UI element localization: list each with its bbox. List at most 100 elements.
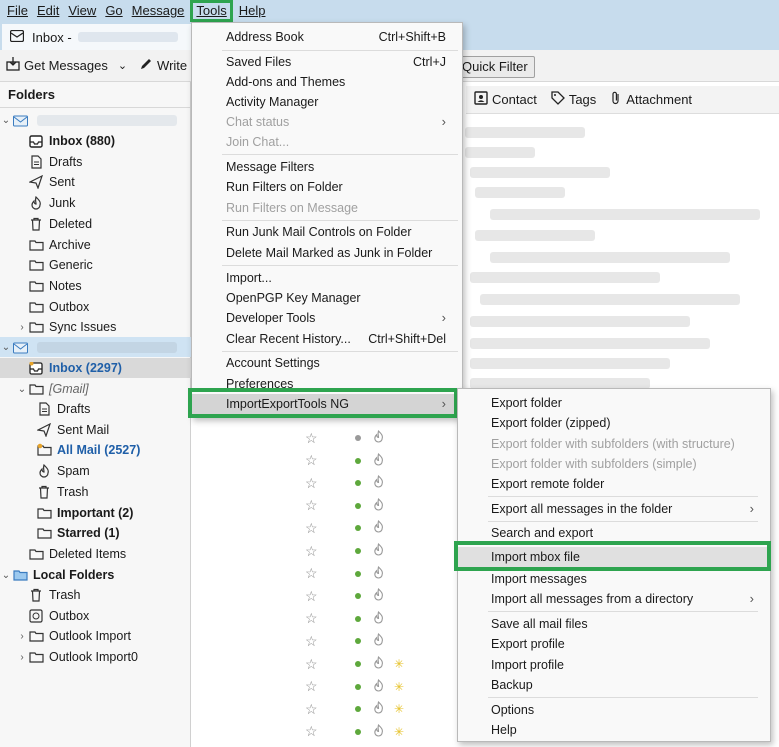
expand-toggle-icon[interactable]: ⌄ xyxy=(16,384,28,395)
folder-row[interactable]: Outbox xyxy=(0,606,191,626)
star-icon[interactable]: ☆ xyxy=(305,475,319,492)
sub-export-profile[interactable]: Export profile xyxy=(458,634,770,654)
menu-clear-history[interactable]: Clear Recent History... Ctrl+Shift+Del xyxy=(192,329,462,349)
star-icon[interactable]: ☆ xyxy=(305,520,319,537)
message-row[interactable]: ☆ xyxy=(300,450,460,472)
folder-row[interactable]: › Sync Issues xyxy=(0,317,191,337)
junk-flame-icon[interactable] xyxy=(373,452,384,469)
star-icon[interactable]: ☆ xyxy=(305,701,319,718)
folder-row[interactable]: Starred (1) xyxy=(0,523,191,543)
junk-flame-icon[interactable] xyxy=(373,610,384,627)
sub-backup[interactable]: Backup xyxy=(458,675,770,695)
message-row[interactable]: ☆ ✳ xyxy=(300,698,460,720)
sub-import-messages[interactable]: Import messages xyxy=(458,569,770,589)
star-icon[interactable]: ☆ xyxy=(305,497,319,514)
menu-saved-files[interactable]: Saved Files Ctrl+J xyxy=(192,52,462,72)
message-row[interactable]: ☆ ✳ xyxy=(300,676,460,698)
expand-toggle-icon[interactable]: › xyxy=(16,631,28,642)
menu-view[interactable]: View xyxy=(65,0,99,22)
get-messages-button[interactable]: Get Messages xyxy=(6,57,108,74)
message-row[interactable]: ☆ xyxy=(300,495,460,517)
quick-filter-button[interactable]: Quick Filter xyxy=(455,56,535,78)
message-row[interactable]: ☆ ✳ xyxy=(300,653,460,675)
menu-tools[interactable]: Tools xyxy=(190,0,233,22)
menu-activity-manager[interactable]: Activity Manager xyxy=(192,92,462,112)
menu-addons[interactable]: Add-ons and Themes xyxy=(192,72,462,92)
expand-toggle-icon[interactable]: › xyxy=(16,652,28,663)
junk-flame-icon[interactable] xyxy=(373,520,384,536)
sub-search-export[interactable]: Search and export xyxy=(458,523,770,543)
star-icon[interactable]: ☆ xyxy=(305,430,319,447)
menu-import[interactable]: Import... xyxy=(192,268,462,288)
tab-inbox[interactable]: Inbox - xyxy=(2,24,202,50)
junk-flame-icon[interactable] xyxy=(373,678,384,695)
contact-filter-button[interactable]: Contact xyxy=(474,91,537,108)
account-1-row[interactable]: ⌄ xyxy=(0,110,191,130)
sub-export-remote[interactable]: Export remote folder xyxy=(458,474,770,494)
folder-row[interactable]: Trash xyxy=(0,482,191,502)
folder-row[interactable]: Generic xyxy=(0,255,191,275)
menu-go[interactable]: Go xyxy=(102,0,125,22)
account-2-row[interactable]: ⌄ xyxy=(0,337,191,357)
menu-edit[interactable]: Edit xyxy=(34,0,62,22)
menu-developer-tools[interactable]: Developer Tools › xyxy=(192,308,462,328)
message-row[interactable]: ☆ xyxy=(300,517,460,539)
junk-flame-icon[interactable] xyxy=(373,475,384,491)
message-row[interactable]: ☆ xyxy=(300,630,460,652)
star-icon[interactable]: ☆ xyxy=(305,678,319,695)
star-icon[interactable]: ☆ xyxy=(305,543,319,560)
message-row[interactable]: ☆ xyxy=(300,540,460,562)
junk-flame-icon[interactable] xyxy=(373,497,384,514)
junk-flame-icon[interactable] xyxy=(373,723,384,740)
folder-row[interactable]: Drafts xyxy=(0,399,191,419)
menu-account-settings[interactable]: Account Settings xyxy=(192,353,462,373)
message-row[interactable]: ☆ ✳ xyxy=(300,721,460,743)
folder-inbox-2[interactable]: Inbox (2297) xyxy=(0,358,191,378)
menu-run-junk-controls[interactable]: Run Junk Mail Controls on Folder xyxy=(192,222,462,242)
folder-row[interactable]: Outbox xyxy=(0,297,191,317)
star-icon[interactable]: ☆ xyxy=(305,588,319,605)
junk-flame-icon[interactable] xyxy=(373,542,384,559)
sub-help[interactable]: Help xyxy=(458,720,770,740)
expand-toggle-icon[interactable]: ⌄ xyxy=(0,342,12,353)
sub-save-all[interactable]: Save all mail files xyxy=(458,614,770,634)
message-row[interactable]: ☆ xyxy=(300,427,460,449)
menu-message-filters[interactable]: Message Filters xyxy=(192,157,462,177)
attachment-filter-button[interactable]: Attachment xyxy=(610,91,692,108)
folder-row[interactable]: Important (2) xyxy=(0,503,191,523)
folder-row[interactable]: › Outlook Import xyxy=(0,626,191,646)
message-row[interactable]: ☆ xyxy=(300,472,460,494)
folder-row[interactable]: Deleted xyxy=(0,214,191,234)
menu-address-book[interactable]: Address Book Ctrl+Shift+B xyxy=(192,27,462,47)
message-row[interactable]: ☆ xyxy=(300,585,460,607)
write-button[interactable]: Write xyxy=(139,57,187,74)
menu-delete-junk[interactable]: Delete Mail Marked as Junk in Folder xyxy=(192,243,462,263)
menu-message[interactable]: Message xyxy=(129,0,188,22)
expand-toggle-icon[interactable]: ⌄ xyxy=(0,115,12,126)
folder-row[interactable]: Junk xyxy=(0,193,191,213)
star-icon[interactable]: ☆ xyxy=(305,633,319,650)
folder-row[interactable]: Inbox (880) xyxy=(0,131,191,151)
message-row[interactable]: ☆ xyxy=(300,608,460,630)
menu-file[interactable]: File xyxy=(4,0,31,22)
folder-row[interactable]: Notes xyxy=(0,276,191,296)
junk-flame-icon[interactable] xyxy=(373,588,384,604)
menu-openpgp[interactable]: OpenPGP Key Manager xyxy=(192,288,462,308)
sub-options[interactable]: Options xyxy=(458,700,770,720)
star-icon[interactable]: ☆ xyxy=(305,723,319,740)
chevron-down-icon[interactable]: ⌄ xyxy=(118,59,127,72)
star-icon[interactable]: ☆ xyxy=(305,656,319,673)
junk-flame-icon[interactable] xyxy=(373,633,384,649)
menu-help[interactable]: Help xyxy=(236,0,269,22)
folder-gmail[interactable]: ⌄ [Gmail] xyxy=(0,379,191,399)
star-icon[interactable]: ☆ xyxy=(305,610,319,627)
sub-export-all[interactable]: Export all messages in the folder › xyxy=(458,499,770,519)
junk-flame-icon[interactable] xyxy=(373,701,384,717)
expand-toggle-icon[interactable]: ⌄ xyxy=(0,570,12,581)
expand-toggle-icon[interactable]: › xyxy=(16,322,28,333)
sub-export-folder-zipped[interactable]: Export folder (zipped) xyxy=(458,413,770,433)
message-row[interactable]: ☆ xyxy=(300,563,460,585)
star-icon[interactable]: ☆ xyxy=(305,565,319,582)
folder-deleted-items[interactable]: Deleted Items xyxy=(0,544,191,564)
tags-filter-button[interactable]: Tags xyxy=(551,91,596,108)
